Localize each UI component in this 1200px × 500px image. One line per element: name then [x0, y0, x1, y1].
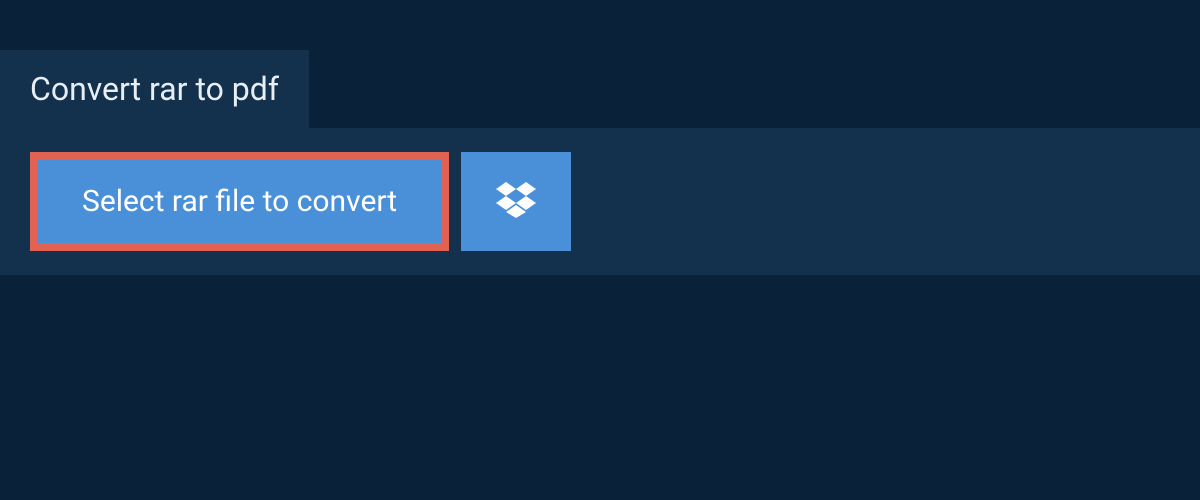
- select-file-button[interactable]: Select rar file to convert: [30, 152, 449, 251]
- page-title: Convert rar to pdf: [30, 70, 279, 108]
- select-file-label: Select rar file to convert: [82, 184, 397, 219]
- tab-header: Convert rar to pdf: [0, 50, 309, 128]
- dropbox-button[interactable]: [461, 152, 571, 251]
- action-panel: Select rar file to convert: [0, 128, 1200, 275]
- button-row: Select rar file to convert: [30, 152, 1170, 251]
- dropbox-icon: [496, 182, 536, 221]
